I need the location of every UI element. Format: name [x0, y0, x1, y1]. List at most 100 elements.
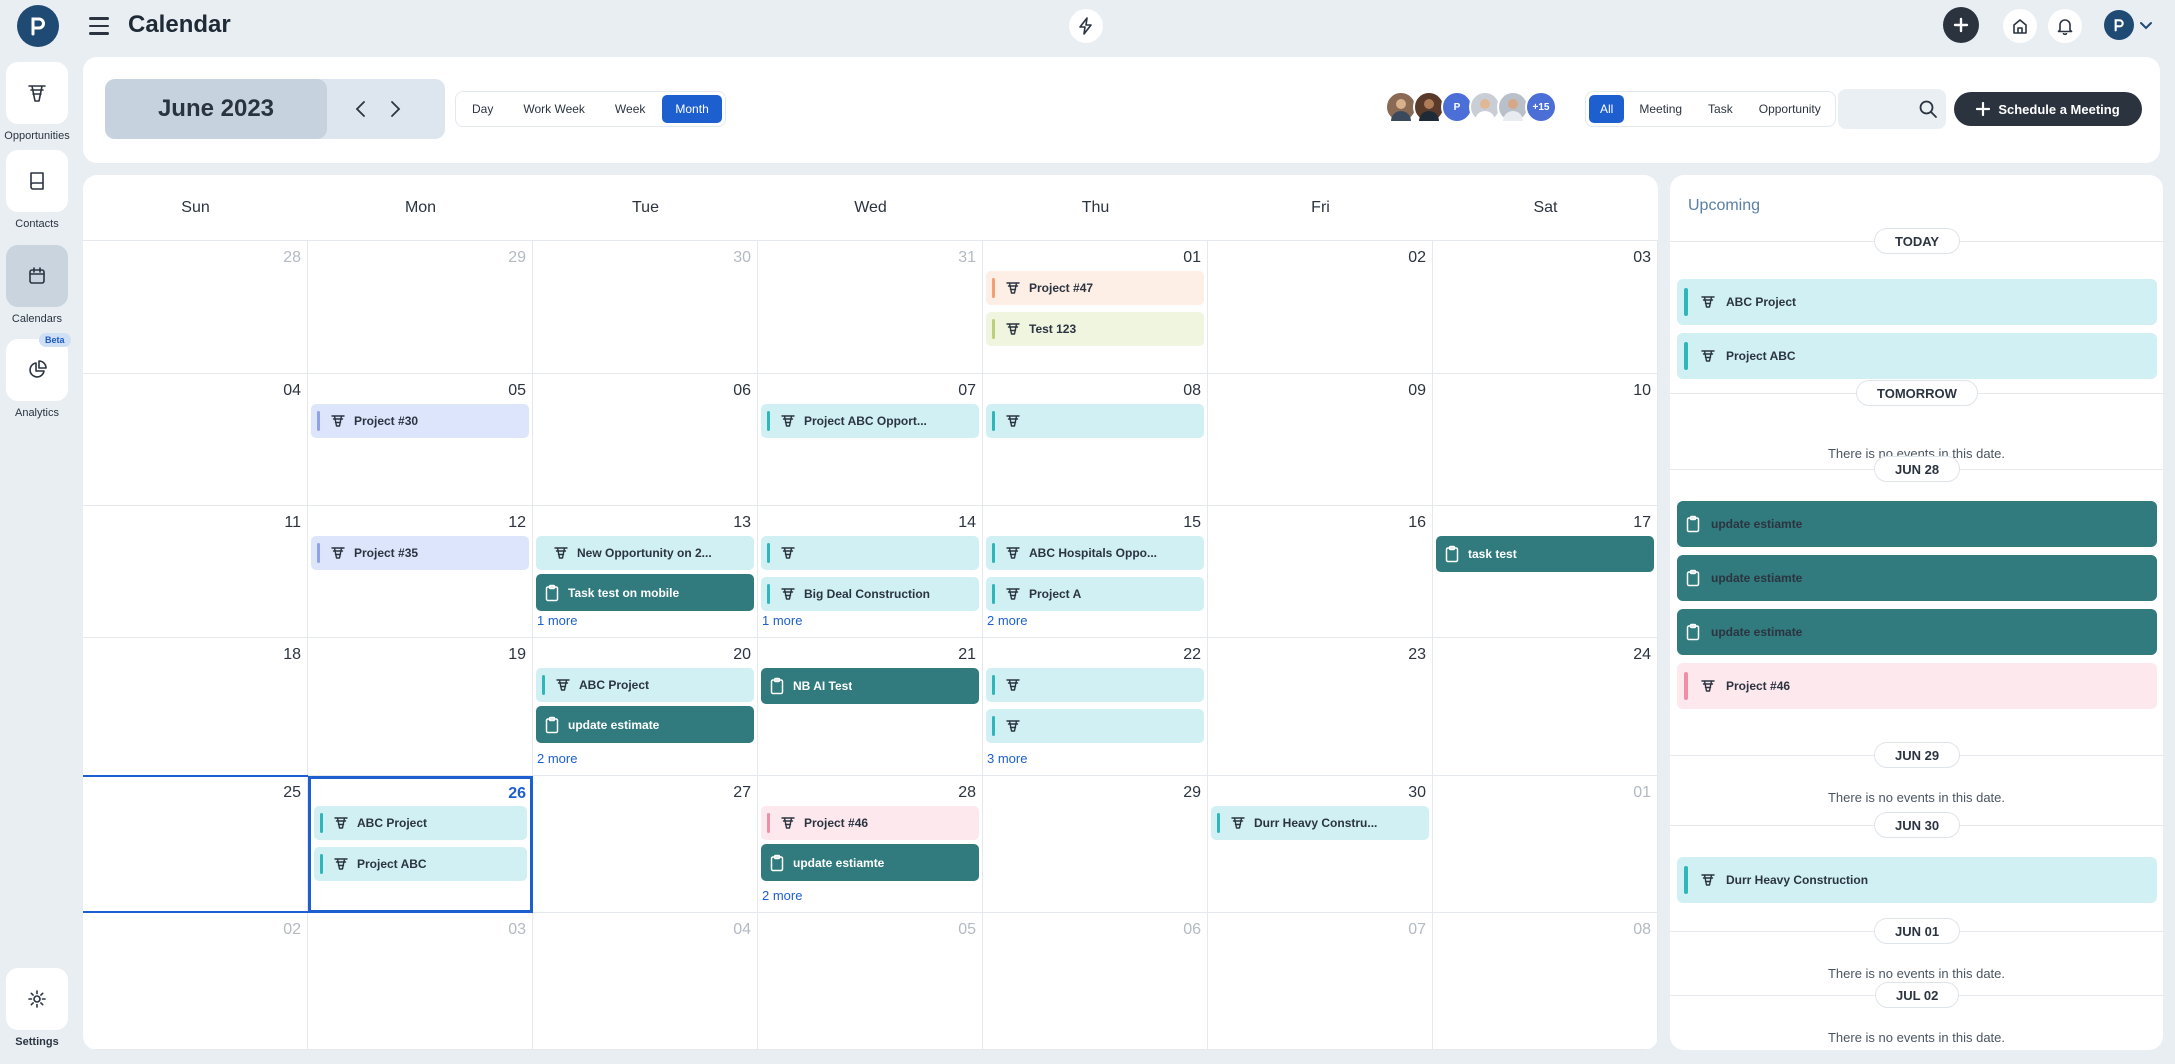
day-cell[interactable]: 27 — [533, 776, 758, 913]
sidebar-item-calendars[interactable]: Calendars — [0, 245, 74, 325]
task-event[interactable]: update estiamte — [1677, 501, 2157, 547]
day-cell[interactable]: 08 — [1433, 913, 1658, 1050]
nav-button[interactable] — [6, 339, 68, 401]
opportunity-event[interactable]: Project A — [986, 577, 1204, 611]
opportunity-event[interactable]: Project #46 — [761, 806, 979, 840]
day-cell[interactable]: 23 — [1208, 638, 1433, 776]
app-logo-icon[interactable] — [17, 5, 59, 47]
day-cell[interactable]: 05 — [758, 913, 983, 1050]
chevron-left-icon[interactable] — [349, 97, 373, 121]
filter-all-button[interactable]: All — [1589, 95, 1625, 123]
day-cell[interactable]: 01 — [1433, 776, 1658, 913]
day-cell[interactable]: 05 Project #30 — [308, 374, 533, 506]
nav-button[interactable] — [6, 245, 68, 307]
day-cell[interactable]: 08 — [983, 374, 1208, 506]
opportunity-event[interactable]: Project ABC Opport... — [761, 404, 979, 438]
day-cell[interactable]: 30 — [533, 241, 758, 374]
day-cell[interactable]: 02 — [83, 913, 308, 1050]
sidebar-item-contacts[interactable]: Contacts — [0, 150, 74, 230]
user-menu[interactable] — [2104, 10, 2154, 40]
schedule-meeting-button[interactable]: Schedule a Meeting — [1954, 92, 2142, 126]
view-work-week-button[interactable]: Work Week — [510, 95, 598, 123]
day-cell[interactable]: 10 — [1433, 374, 1658, 506]
more-events-link[interactable]: 1 more — [537, 613, 577, 628]
opportunity-event[interactable]: Project #30 — [311, 404, 529, 438]
opportunity-event[interactable] — [986, 668, 1204, 702]
day-cell[interactable]: 07 Project ABC Opport... — [758, 374, 983, 506]
day-cell[interactable]: 09 — [1208, 374, 1433, 506]
opportunity-event[interactable]: ABC Project — [314, 806, 527, 840]
day-cell[interactable]: 13 New Opportunity on 2... Task test on mo… — [533, 506, 758, 638]
day-cell[interactable]: 21 NB AI Test — [758, 638, 983, 776]
task-event[interactable]: update estiamte — [761, 844, 979, 881]
day-cell[interactable]: 28 Project #46 update estiamte 2 more — [758, 776, 983, 913]
opportunity-event[interactable]: ABC Project — [536, 668, 754, 702]
day-cell[interactable]: 02 — [1208, 241, 1433, 374]
task-event[interactable]: update estimate — [1677, 609, 2157, 655]
sidebar-item-analytics[interactable]: Beta Analytics — [0, 333, 74, 419]
day-cell[interactable]: 29 — [308, 241, 533, 374]
day-cell[interactable]: 11 — [83, 506, 308, 638]
opportunity-event[interactable]: Project ABC — [314, 847, 527, 881]
hamburger-menu-icon[interactable] — [86, 13, 112, 39]
opportunity-event[interactable] — [986, 709, 1204, 743]
day-cell[interactable]: 06 — [533, 374, 758, 506]
more-events-link[interactable]: 1 more — [762, 613, 802, 628]
more-events-link[interactable]: 2 more — [762, 888, 802, 903]
sidebar-item-opportunities[interactable]: Opportunities — [0, 62, 74, 142]
search-field[interactable] — [1838, 89, 1946, 129]
view-week-button[interactable]: Week — [602, 95, 658, 123]
opportunity-event[interactable]: Project #47 — [986, 271, 1204, 305]
day-cell[interactable]: 24 — [1433, 638, 1658, 776]
view-day-button[interactable]: Day — [459, 95, 506, 123]
opportunity-event[interactable]: Project #46 — [1677, 663, 2157, 709]
day-cell[interactable]: 25 — [83, 776, 308, 913]
filter-task-button[interactable]: Task — [1697, 95, 1744, 123]
day-cell[interactable]: 14 Big Deal Construction 1 more — [758, 506, 983, 638]
chevron-right-icon[interactable] — [383, 97, 407, 121]
nav-button[interactable] — [6, 968, 68, 1030]
task-event[interactable]: NB AI Test — [761, 668, 979, 704]
day-cell[interactable]: 29 — [983, 776, 1208, 913]
opportunity-event[interactable]: ABC Hospitals Oppo... — [986, 536, 1204, 570]
more-events-link[interactable]: 2 more — [537, 751, 577, 766]
opportunity-event[interactable] — [761, 536, 979, 570]
day-cell[interactable]: 04 — [83, 374, 308, 506]
view-month-button[interactable]: Month — [662, 95, 722, 123]
day-cell[interactable]: 03 — [308, 913, 533, 1050]
more-events-link[interactable]: 2 more — [987, 613, 1027, 628]
day-cell[interactable]: 06 — [983, 913, 1208, 1050]
bell-icon[interactable] — [2048, 9, 2082, 43]
sidebar-item-settings[interactable]: Settings — [0, 968, 74, 1048]
day-cell[interactable]: 07 — [1208, 913, 1433, 1050]
day-cell[interactable]: 22 3 more — [983, 638, 1208, 776]
day-cell[interactable]: 04 — [533, 913, 758, 1050]
task-event[interactable]: update estiamte — [1677, 555, 2157, 601]
nav-button[interactable] — [6, 150, 68, 212]
opportunity-event[interactable] — [986, 404, 1204, 438]
day-cell[interactable]: 18 — [83, 638, 308, 776]
opportunity-event[interactable]: Durr Heavy Constru... — [1211, 806, 1429, 840]
filter-meeting-button[interactable]: Meeting — [1628, 95, 1693, 123]
day-cell[interactable]: 15 ABC Hospitals Oppo... Project A2 more — [983, 506, 1208, 638]
attendee-avatars[interactable]: P +15 — [1385, 91, 1557, 123]
day-cell[interactable]: 30 Durr Heavy Constru... — [1208, 776, 1433, 913]
home-icon[interactable] — [2003, 9, 2037, 43]
task-event[interactable]: task test — [1436, 536, 1654, 572]
opportunity-event[interactable]: Project #35 — [311, 536, 529, 570]
day-cell[interactable]: 16 — [1208, 506, 1433, 638]
day-cell[interactable]: 28 — [83, 241, 308, 374]
nav-button[interactable] — [6, 62, 68, 124]
task-event[interactable]: update estimate — [536, 706, 754, 743]
day-cell[interactable]: 19 — [308, 638, 533, 776]
opportunity-event[interactable]: Durr Heavy Construction — [1677, 857, 2157, 903]
opportunity-event[interactable]: Test 123 — [986, 312, 1204, 346]
task-event[interactable]: Task test on mobile — [536, 574, 754, 611]
lightning-icon[interactable] — [1069, 9, 1103, 43]
opportunity-event[interactable]: Big Deal Construction — [761, 577, 979, 611]
more-avatars-badge[interactable]: +15 — [1525, 91, 1557, 123]
opportunity-event[interactable]: ABC Project — [1677, 279, 2157, 325]
more-events-link[interactable]: 3 more — [987, 751, 1027, 766]
day-cell-today[interactable]: 26 ABC Project Project ABC — [308, 776, 533, 913]
day-cell[interactable]: 03 — [1433, 241, 1658, 374]
